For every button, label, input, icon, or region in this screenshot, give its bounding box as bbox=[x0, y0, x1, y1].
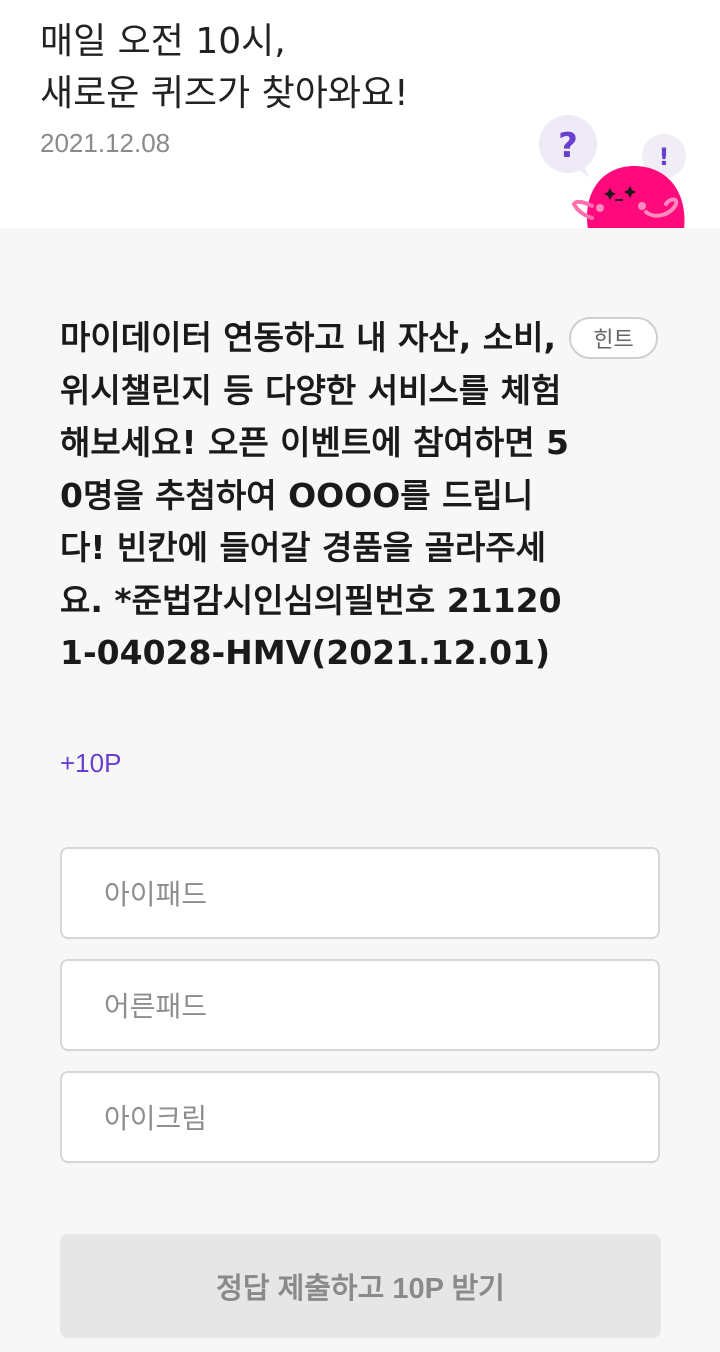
reward-points: +10P bbox=[60, 748, 122, 778]
question-mark-glyph: ? bbox=[558, 126, 578, 166]
exclamation-mark-glyph: ! bbox=[659, 143, 670, 171]
quiz-question: 마이데이터 연동하고 내 자산, 소비, 위시챌린지 등 다양한 서비스를 체험… bbox=[60, 318, 570, 672]
hint-button[interactable]: 힌트 bbox=[569, 317, 658, 359]
answer-option-1[interactable]: 아이패드 bbox=[60, 847, 660, 939]
answer-option-3[interactable]: 아이크림 bbox=[60, 1071, 660, 1163]
quiz-header: 매일 오전 10시, 새로운 퀴즈가 찾아와요! 2021.12.08 ? ! bbox=[0, 0, 720, 228]
quiz-date: 2021.12.08 bbox=[40, 128, 171, 158]
question-bubble-icon: ? bbox=[539, 115, 597, 178]
answer-option-label: 아이패드 bbox=[104, 878, 208, 911]
answer-option-label: 아이크림 bbox=[104, 1102, 208, 1135]
page-title: 매일 오전 10시, 새로운 퀴즈가 찾아와요! bbox=[40, 21, 409, 114]
answer-option-2[interactable]: 어른패드 bbox=[60, 959, 660, 1051]
answer-option-label: 어른패드 bbox=[104, 990, 208, 1023]
submit-answer-button[interactable]: 정답 제출하고 10P 받기 bbox=[60, 1234, 661, 1338]
quiz-mascot-illustration: ? ! bbox=[539, 115, 686, 228]
quiz-card: 마이데이터 연동하고 내 자산, 소비, 위시챌린지 등 다양한 서비스를 체험… bbox=[0, 228, 720, 1352]
